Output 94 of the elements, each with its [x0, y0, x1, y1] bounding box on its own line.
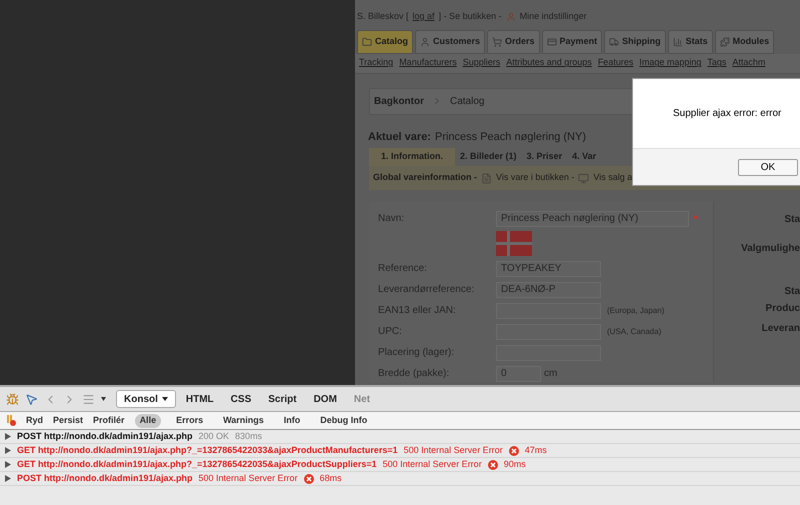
console-action[interactable]: Persist — [53, 414, 84, 428]
sub-nav-link[interactable]: Features — [598, 56, 634, 70]
logout-link[interactable]: log af — [412, 10, 435, 24]
text-field[interactable]: Princess Peach nøglering (NY) — [496, 210, 689, 226]
truck-icon — [609, 36, 620, 46]
request-url: GET http://nondo.dk/admin191/ajax.php?_=1327865422033&ajaxProductManufacturers=1 — [17, 444, 398, 457]
response-status: 500 Internal Server Error — [404, 444, 503, 457]
puzzle-icon — [720, 36, 730, 46]
filter-button[interactable]: Errors — [171, 414, 208, 428]
shop-link[interactable]: ] - Se butikken - — [438, 10, 502, 24]
field-hint: (Europa, Japan) — [607, 304, 664, 316]
folder-icon — [362, 36, 372, 46]
current-item-label: Aktuel vare: — [368, 130, 431, 144]
response-time: 90ms — [504, 458, 526, 471]
monitor-icon — [578, 172, 590, 184]
global-info-link[interactable]: Vis vare i butikken - — [496, 171, 574, 185]
text-field[interactable]: 0 — [496, 366, 541, 382]
field-label: Bredde (pakke): — [378, 367, 450, 381]
console-action[interactable]: Ryd — [26, 414, 44, 428]
devtools-tab[interactable]: CSS — [224, 390, 258, 408]
error-icon — [508, 446, 519, 456]
chart-icon — [672, 36, 683, 46]
response-status: 500 Internal Server Error — [198, 472, 298, 485]
current-item-name: Princess Peach nøglering (NY) — [434, 130, 586, 144]
ok-button[interactable]: OK — [738, 158, 798, 176]
sub-nav-link[interactable]: Attachm — [732, 56, 766, 70]
menu-icon[interactable] — [82, 392, 95, 406]
field-label: Navn: — [378, 212, 406, 226]
global-info-title: Global vareinformation - — [373, 171, 478, 184]
field-label: Leveran — [762, 322, 800, 336]
unit-label: cm — [544, 367, 558, 381]
field-label: Sta — [784, 213, 800, 227]
caret-icon — [162, 397, 168, 401]
cart-icon — [492, 36, 502, 46]
text-field[interactable]: DEA-6NØ-P — [496, 282, 601, 298]
product-tab[interactable]: 1. Information. — [369, 148, 456, 166]
sub-nav-link[interactable]: Manufacturers — [399, 56, 457, 70]
sub-nav-link[interactable]: Attributes and groups — [506, 56, 592, 70]
bug-icon[interactable] — [6, 392, 19, 406]
request-url: GET http://nondo.dk/admin191/ajax.php?_=1327865422035&ajaxProductSuppliers=1 — [17, 458, 377, 471]
field-label: Placering (lager): — [378, 346, 456, 360]
field-label: UPC: — [378, 325, 403, 339]
filter-button[interactable]: Info — [278, 414, 306, 428]
devtools-tab[interactable]: Script — [261, 390, 304, 408]
sub-nav-link[interactable]: Tracking — [359, 56, 394, 70]
error-icon — [304, 474, 314, 484]
filter-button[interactable]: Warnings — [218, 414, 269, 428]
field-label: Produc — [766, 302, 800, 316]
field-hint: (USA, Canada) — [607, 326, 662, 338]
response-time: 830ms — [235, 430, 262, 443]
devtools-tab[interactable]: DOM — [306, 390, 344, 408]
settings-link[interactable]: Mine indstillinger — [520, 10, 587, 24]
alert-message: Supplier ajax error: error — [673, 107, 782, 121]
card-icon — [546, 36, 557, 46]
filter-button[interactable]: Alle — [134, 414, 162, 428]
response-time: 47ms — [524, 444, 547, 457]
filter-button[interactable]: Debug Info — [315, 414, 372, 428]
breadcrumb-link[interactable]: Catalog — [450, 94, 484, 108]
document-icon — [481, 172, 492, 184]
field-label: EAN13 eller JAN: — [378, 304, 457, 318]
response-status: 500 Internal Server Error — [382, 458, 482, 471]
dropdown-caret-icon[interactable] — [101, 397, 106, 401]
nav-tab[interactable]: Catalog — [357, 30, 414, 54]
response-time: 68ms — [320, 472, 342, 485]
nav-tab[interactable]: Orders — [487, 30, 540, 54]
sub-nav-link[interactable]: Image mapping — [639, 56, 702, 70]
request-url: POST http://nondo.dk/admin191/ajax.php — [17, 472, 193, 485]
user-name: S. Billeskov [ — [357, 10, 409, 23]
error-icon — [488, 460, 498, 470]
devtools-tab[interactable]: HTML — [178, 390, 221, 408]
request-url: POST http://nondo.dk/admin191/ajax.php — [17, 430, 193, 443]
person-icon — [506, 12, 516, 22]
field-label: Leverandørreference: — [378, 283, 476, 297]
response-status: 200 OK — [198, 430, 230, 443]
inspect-icon[interactable] — [25, 392, 38, 406]
text-field[interactable]: TOYPEAKEY — [496, 260, 601, 276]
nav-tab[interactable]: Payment — [542, 30, 602, 54]
nav-tab[interactable]: Shipping — [604, 30, 666, 54]
nav-tab[interactable]: Modules — [714, 30, 774, 54]
sub-nav-link[interactable]: Suppliers — [462, 56, 500, 70]
field-label: Sta — [784, 285, 800, 299]
field-label: Valgmulighe — [741, 242, 800, 256]
nav-tab[interactable]: Stats — [668, 30, 713, 54]
person-icon — [420, 36, 430, 46]
flag-icon — [496, 231, 532, 256]
devtools-tab[interactable]: Konsol — [116, 390, 176, 408]
field-label: Reference: — [378, 262, 428, 276]
sub-nav-link[interactable]: Tags — [707, 56, 726, 70]
required-mark: * — [693, 210, 698, 228]
nav-tab[interactable]: Customers — [415, 30, 486, 54]
clear-icon[interactable] — [6, 415, 16, 426]
global-info-link[interactable]: Vis salg a — [593, 171, 632, 185]
console-action[interactable]: Profilér — [93, 414, 125, 428]
breadcrumb-link[interactable]: Bagkontor — [374, 94, 424, 108]
